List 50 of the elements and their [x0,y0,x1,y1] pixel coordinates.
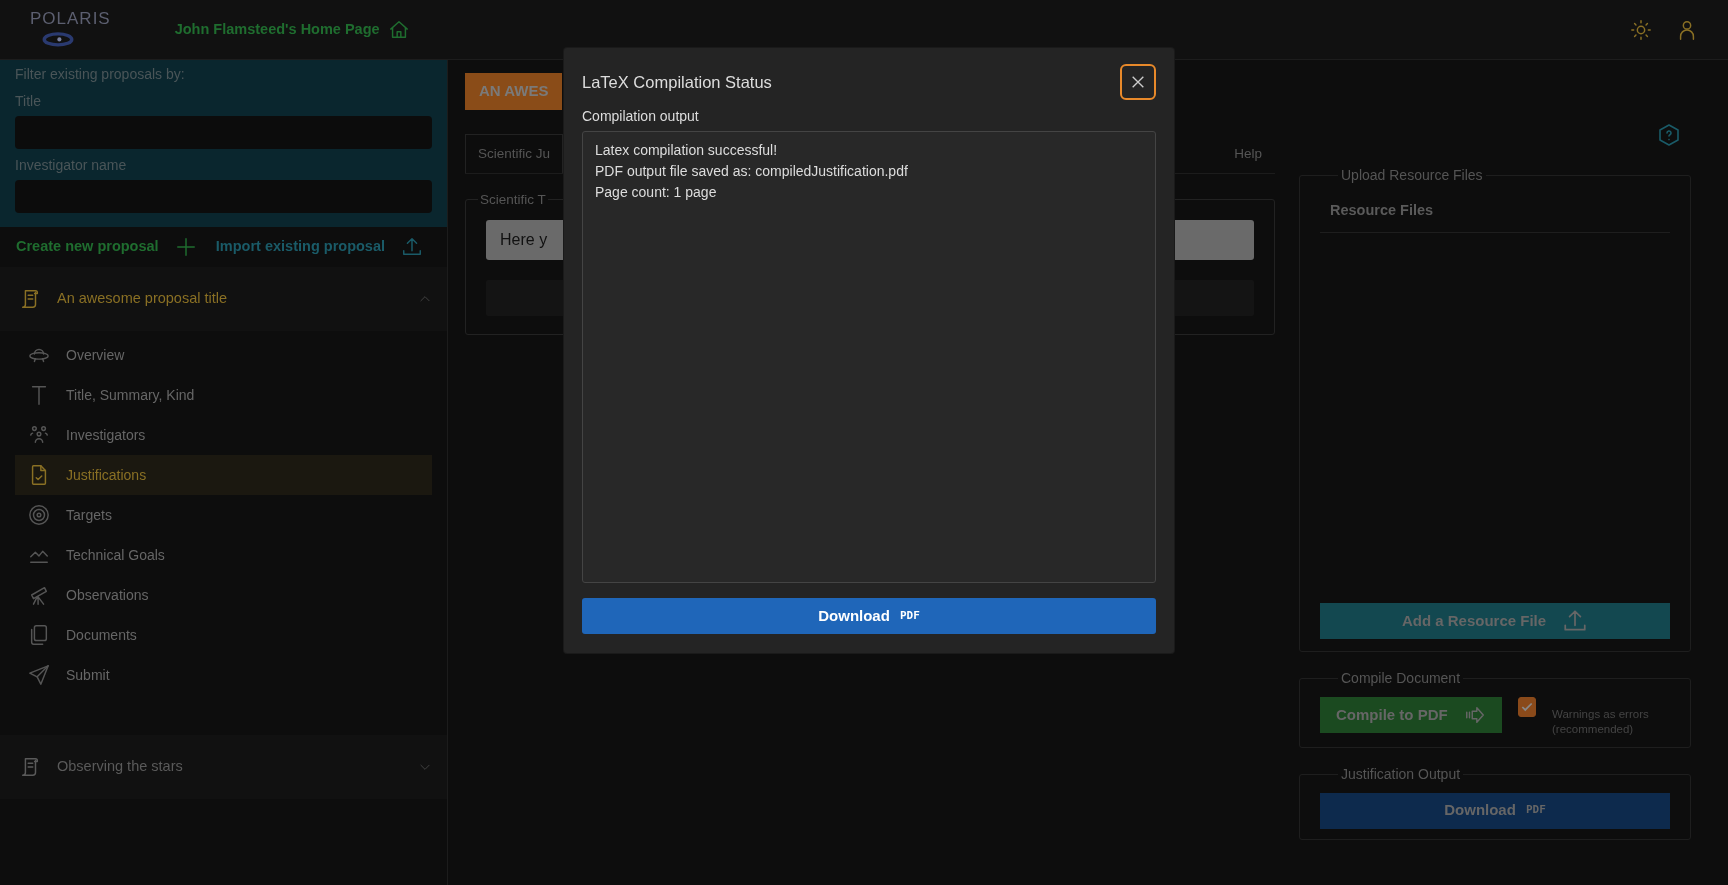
nav-item[interactable]: Overview [15,335,432,375]
download-button[interactable]: Download PDF [582,598,1156,634]
scroll-icon [19,288,41,310]
modal-title: LaTeX Compilation Status [582,71,772,93]
help-icon[interactable] [1657,123,1681,147]
nav-item[interactable]: Investigators [15,415,432,455]
output-line: PDF output file saved as: compiledJustification.pdf [595,162,909,181]
documents-icon [28,624,50,646]
nav-item[interactable]: Documents [15,615,432,655]
nav-item[interactable]: Technical Goals [15,535,432,575]
panel-legend: Compile Document [1338,667,1464,689]
telescope-icon [28,584,50,606]
people-icon [28,424,50,446]
field-label: Title [15,92,42,111]
checkbox[interactable] [1517,696,1536,717]
nav-item[interactable]: Targets [15,495,432,535]
output-field[interactable]: Latex compilation successful! PDF output file saved as: compiledJustification.pdf Page count: 1 page [582,131,1156,583]
download-button[interactable]: Download PDF [1320,792,1670,829]
import-proposal-link[interactable]: Import existing proposal [215,236,423,258]
proposal-banner: AN AWES [465,73,563,110]
tab[interactable]: Help [1221,133,1275,173]
output-line: Page count: 1 page [595,183,718,202]
nav-item[interactable]: Observations [15,575,432,615]
upload-icon [401,236,423,258]
input-field[interactable] [15,116,432,149]
field-label: Investigator name [15,156,128,175]
panel-legend: Upload Resource Files [1338,165,1486,186]
panel-legend: Scientific T [478,189,548,210]
nav-item[interactable]: Justifications [15,455,432,495]
logo-text: POLARIS [30,10,111,27]
close-button[interactable] [1120,64,1156,100]
sun-icon[interactable] [1630,18,1652,41]
column-header: Resource Files [1320,194,1670,233]
input-field[interactable] [15,180,432,213]
add-resource-button[interactable]: Add a Resource File [1320,602,1670,639]
panel-legend: Justification Output [1338,763,1464,785]
output-label: Compilation output [582,107,700,126]
close-icon [1130,74,1146,90]
home-link[interactable]: John Flamsteed's Home Page [174,18,380,41]
filter-heading: Filter existing proposals by: [15,65,186,84]
nav-item[interactable]: Title, Summary, Kind [15,375,432,415]
plus-icon [174,236,197,258]
scroll-icon [19,756,41,778]
target-icon [28,504,50,526]
output-line: Latex compilation successful! [595,141,779,160]
send-icon [28,664,50,686]
nav-item[interactable]: Submit [15,655,432,695]
home-icon[interactable] [387,18,410,41]
create-proposal-link[interactable]: Create new proposal [16,236,197,258]
compile-button[interactable]: Compile to PDF [1320,696,1502,733]
